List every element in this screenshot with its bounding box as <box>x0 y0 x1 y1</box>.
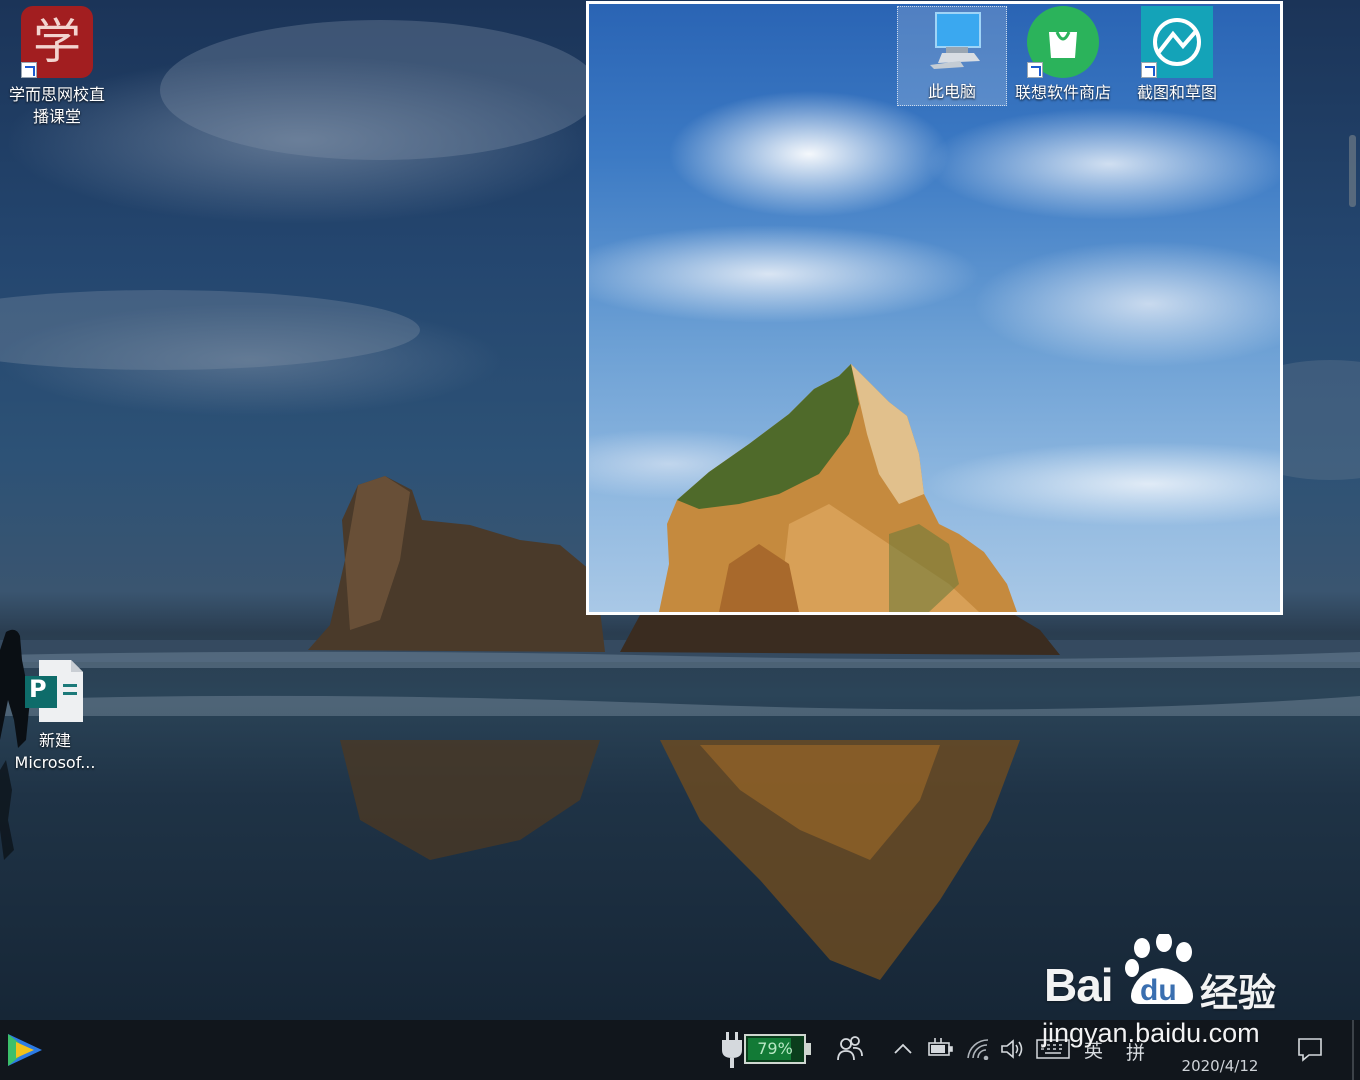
battery-tray-icon[interactable] <box>927 1038 953 1062</box>
icon-label-line2: Microsof... <box>14 753 96 772</box>
xueersi-glyph-char: 学 <box>32 14 81 70</box>
icon-label-line1: 新建 <box>38 731 71 750</box>
publisher-glyph-char: P <box>29 675 47 703</box>
wifi-icon[interactable] <box>966 1038 990 1064</box>
shortcut-arrow-icon <box>1141 62 1157 78</box>
play-triangle-icon[interactable] <box>4 1030 44 1074</box>
shortcut-arrow-icon <box>21 62 37 78</box>
battery-percent: 79% <box>757 1039 793 1058</box>
icon-label: 此电脑 <box>927 82 976 101</box>
people-icon[interactable] <box>836 1034 864 1066</box>
watermark-brand-latin: Bai <box>1044 959 1114 1011</box>
baidu-jingyan-watermark: Bai du 经验 jingyan.baidu.com <box>1040 930 1300 1060</box>
watermark-jingyan: 经验 <box>1200 971 1277 1015</box>
desktop-icon-publisher-doc[interactable]: P 新建 Microsof... <box>0 660 110 774</box>
battery-indicator[interactable]: 79% <box>744 1034 806 1064</box>
publisher-file-icon: P <box>25 660 85 722</box>
power-plug-icon[interactable] <box>722 1032 742 1072</box>
volume-icon[interactable] <box>1000 1038 1024 1064</box>
scrollbar-thumb[interactable] <box>1349 135 1356 207</box>
icon-label: 联想软件商店 <box>1014 83 1111 102</box>
watermark-du: du <box>1140 974 1177 1007</box>
watermark-bai: Bai <box>1044 958 1114 1012</box>
desktop-icon-lenovo-store[interactable]: 联想软件商店 <box>1008 6 1118 104</box>
watermark-url: jingyan.baidu.com <box>1042 1018 1260 1048</box>
computer-icon <box>920 7 984 71</box>
chevron-up-icon[interactable] <box>893 1040 913 1059</box>
notification-icon[interactable] <box>1297 1036 1323 1066</box>
snip-sketch-icon <box>1141 6 1213 78</box>
icon-label: 截图和草图 <box>1136 83 1217 102</box>
desktop-icon-this-pc[interactable]: 此电脑 <box>897 6 1007 106</box>
battery-nub <box>806 1043 811 1055</box>
xueersi-app-icon: 学 <box>21 6 93 78</box>
icon-label-line2: 播课堂 <box>32 107 81 126</box>
shortcut-arrow-icon <box>1027 62 1043 78</box>
shopping-bag-icon <box>1027 6 1099 78</box>
icon-label-line1: 学而思网校直 <box>8 85 105 104</box>
desktop-icon-xueersi[interactable]: 学 学而思网校直 播课堂 <box>2 6 112 128</box>
show-desktop-divider[interactable] <box>1352 1020 1354 1080</box>
desktop-icon-snip-sketch[interactable]: 截图和草图 <box>1122 6 1232 104</box>
